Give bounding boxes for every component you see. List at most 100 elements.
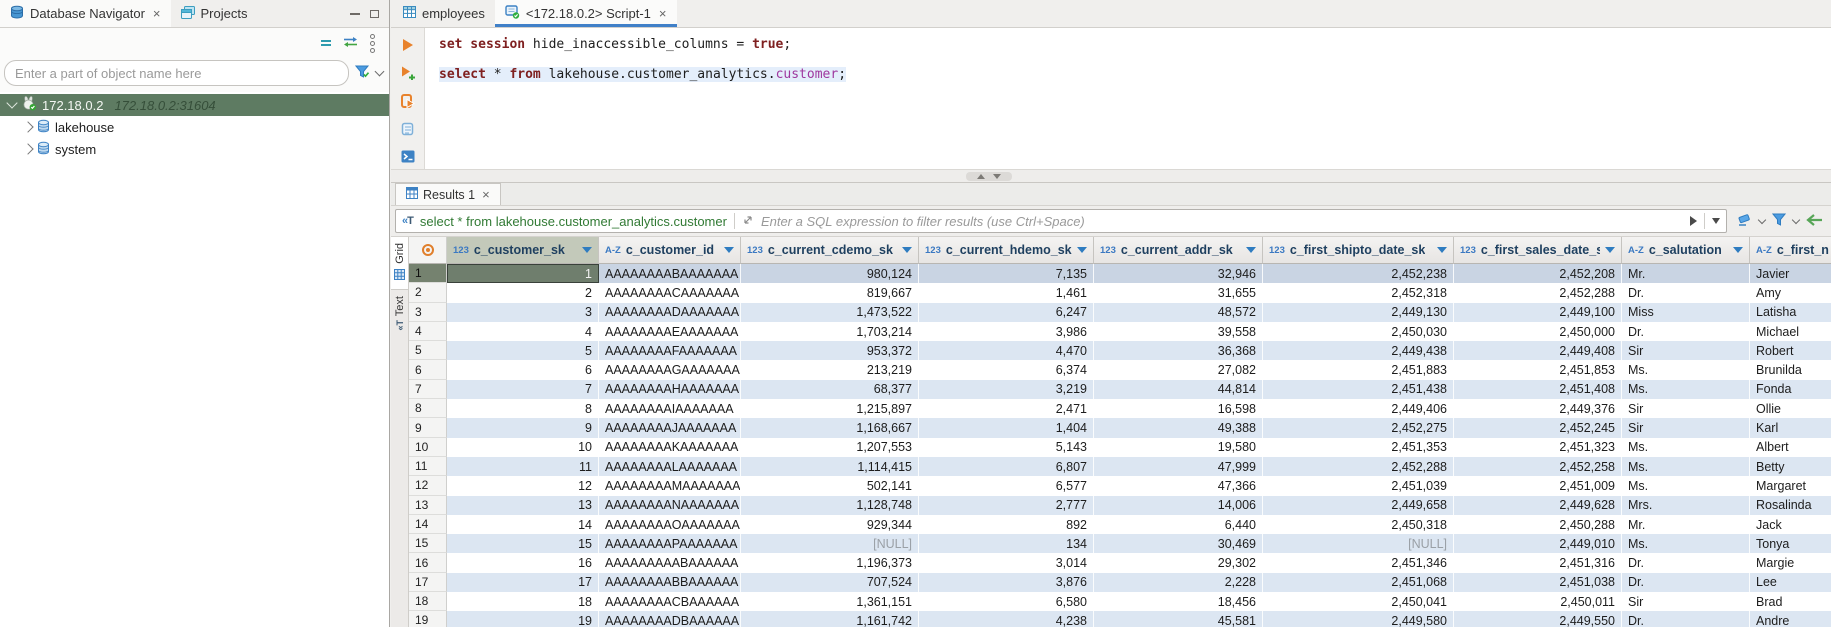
grid-cell[interactable]: 1,114,415 bbox=[741, 457, 919, 476]
grid-cell[interactable]: AAAAAAAAABAAAAAA bbox=[599, 553, 741, 572]
grid-cell[interactable]: AAAAAAAADAAAAAAA bbox=[599, 303, 741, 322]
grid-cell[interactable]: Ollie bbox=[1750, 399, 1831, 418]
column-header-c_first_n[interactable]: A-Zc_first_n bbox=[1750, 237, 1831, 264]
grid-cell[interactable]: 2,452,208 bbox=[1454, 264, 1622, 283]
grid-cell[interactable]: 3,219 bbox=[919, 380, 1094, 399]
grid-cell[interactable]: 36,368 bbox=[1094, 341, 1263, 360]
grid-cell[interactable]: 18 bbox=[447, 592, 599, 611]
grid-cell[interactable]: Dr. bbox=[1622, 611, 1750, 627]
grid-cell[interactable]: 10 bbox=[447, 438, 599, 457]
grid-cell[interactable]: Karl bbox=[1750, 418, 1831, 437]
grid-cell[interactable]: 6,807 bbox=[919, 457, 1094, 476]
tab-projects[interactable]: Projects bbox=[171, 0, 258, 27]
row-number[interactable]: 10 bbox=[409, 438, 447, 457]
grid-cell[interactable]: 2,452,275 bbox=[1263, 418, 1454, 437]
grid-cell[interactable]: 29,302 bbox=[1094, 553, 1263, 572]
close-icon[interactable]: × bbox=[153, 6, 161, 21]
grid-cell[interactable]: Ms. bbox=[1622, 360, 1750, 379]
grid-cell[interactable]: 2,449,376 bbox=[1454, 399, 1622, 418]
column-filter-arrow-icon[interactable] bbox=[902, 247, 912, 253]
grid-cell[interactable]: 6,577 bbox=[919, 476, 1094, 495]
grid-cell[interactable]: 892 bbox=[919, 515, 1094, 534]
link-with-editor-icon[interactable] bbox=[343, 36, 358, 51]
expander-open-icon[interactable] bbox=[6, 97, 17, 108]
row-number[interactable]: 15 bbox=[409, 534, 447, 553]
row-number[interactable]: 9 bbox=[409, 418, 447, 437]
grid-cell[interactable]: 6,580 bbox=[919, 592, 1094, 611]
grid-cell[interactable]: 953,372 bbox=[741, 341, 919, 360]
grid-cell[interactable]: 11 bbox=[447, 457, 599, 476]
column-filter-arrow-icon[interactable] bbox=[1437, 247, 1447, 253]
grid-cell[interactable]: 2,452,288 bbox=[1263, 457, 1454, 476]
tree-item-system[interactable]: system bbox=[0, 138, 389, 160]
script-view-icon[interactable] bbox=[401, 122, 414, 139]
grid-cell[interactable]: 929,344 bbox=[741, 515, 919, 534]
grid-cell[interactable]: 16,598 bbox=[1094, 399, 1263, 418]
grid-cell[interactable]: 2,449,406 bbox=[1263, 399, 1454, 418]
row-number[interactable]: 18 bbox=[409, 592, 447, 611]
grid-cell[interactable]: 19,580 bbox=[1094, 438, 1263, 457]
grid-cell[interactable]: 3,014 bbox=[919, 553, 1094, 572]
grid-cell[interactable]: Sir bbox=[1622, 399, 1750, 418]
column-header-c_current_cdemo_sk[interactable]: 123c_current_cdemo_sk bbox=[741, 237, 919, 264]
grid-cell[interactable]: 707,524 bbox=[741, 573, 919, 592]
tab-results-1[interactable]: Results 1 × bbox=[395, 183, 501, 205]
sql-code-line[interactable]: set session hide_inaccessible_columns = … bbox=[439, 37, 1831, 52]
grid-cell[interactable]: 2,777 bbox=[919, 496, 1094, 515]
grid-cell[interactable]: Ms. bbox=[1622, 457, 1750, 476]
row-number[interactable]: 17 bbox=[409, 573, 447, 592]
tree-item-lakehouse[interactable]: lakehouse bbox=[0, 116, 389, 138]
grid-cell[interactable]: 5,143 bbox=[919, 438, 1094, 457]
grid-cell[interactable]: 2,451,316 bbox=[1454, 553, 1622, 572]
object-search-input[interactable] bbox=[4, 60, 349, 86]
chevron-down-icon[interactable] bbox=[375, 67, 385, 77]
grid-cell[interactable]: Latisha bbox=[1750, 303, 1831, 322]
grid-cell[interactable]: Mrs. bbox=[1622, 496, 1750, 515]
grid-cell[interactable]: 47,366 bbox=[1094, 476, 1263, 495]
column-filter-arrow-icon[interactable] bbox=[1733, 247, 1743, 253]
maximize-icon[interactable] bbox=[370, 10, 379, 18]
grid-cell[interactable]: 2,452,238 bbox=[1263, 264, 1454, 283]
grid-cell[interactable]: AAAAAAAALAAAAAAA bbox=[599, 457, 741, 476]
grid-cell[interactable]: Brad bbox=[1750, 592, 1831, 611]
grid-cell[interactable]: 2,452,288 bbox=[1454, 283, 1622, 302]
grid-cell[interactable]: Margaret bbox=[1750, 476, 1831, 495]
grid-cell[interactable]: AAAAAAAAFAAAAAAA bbox=[599, 341, 741, 360]
tab-script-1[interactable]: <172.18.0.2> Script-1 × bbox=[495, 0, 677, 27]
filter-history-dropdown-icon[interactable] bbox=[1712, 218, 1720, 224]
grid-cell[interactable]: 2,451,853 bbox=[1454, 360, 1622, 379]
search-filter-icon[interactable] bbox=[355, 65, 370, 81]
grid-cell[interactable]: 134 bbox=[919, 534, 1094, 553]
sql-code[interactable]: set session hide_inaccessible_columns = … bbox=[425, 28, 1831, 169]
grid-cell[interactable]: 27,082 bbox=[1094, 360, 1263, 379]
row-number[interactable]: 6 bbox=[409, 360, 447, 379]
grid-cell[interactable]: Brunilda bbox=[1750, 360, 1831, 379]
column-filter-arrow-icon[interactable] bbox=[1605, 247, 1615, 253]
grid-cell[interactable]: Albert bbox=[1750, 438, 1831, 457]
row-number[interactable]: 16 bbox=[409, 553, 447, 572]
sql-code-line[interactable] bbox=[439, 52, 1831, 67]
column-header-c_first_shipto_date_sk[interactable]: 123c_first_shipto_date_sk bbox=[1263, 237, 1454, 264]
grid-cell[interactable]: 14 bbox=[447, 515, 599, 534]
grid-cell[interactable]: 213,219 bbox=[741, 360, 919, 379]
grid-cell[interactable]: AAAAAAAAEAAAAAAA bbox=[599, 322, 741, 341]
grid-cell[interactable]: 2,451,038 bbox=[1454, 573, 1622, 592]
grid-cell[interactable]: Mr. bbox=[1622, 264, 1750, 283]
grid-cell[interactable]: 6,374 bbox=[919, 360, 1094, 379]
grid-cell[interactable]: 2,452,258 bbox=[1454, 457, 1622, 476]
grid-cell[interactable]: 6 bbox=[447, 360, 599, 379]
grid-cell[interactable]: Mr. bbox=[1622, 515, 1750, 534]
grid-cell[interactable]: 1,361,151 bbox=[741, 592, 919, 611]
erase-filter-icon[interactable] bbox=[1737, 213, 1752, 229]
filter-expression-input[interactable]: «T select * from lakehouse.customer_anal… bbox=[395, 209, 1727, 233]
grid-cell[interactable]: 819,667 bbox=[741, 283, 919, 302]
grid-cell[interactable]: Ms. bbox=[1622, 380, 1750, 399]
grid-cell[interactable]: Betty bbox=[1750, 457, 1831, 476]
grid-cell[interactable]: 7 bbox=[447, 380, 599, 399]
close-icon[interactable]: × bbox=[659, 6, 667, 21]
grid-cell[interactable]: 1 bbox=[447, 264, 599, 283]
grid-cell[interactable]: 48,572 bbox=[1094, 303, 1263, 322]
grid-cell[interactable]: 2,450,011 bbox=[1454, 592, 1622, 611]
maximize-panel-icon[interactable] bbox=[977, 174, 985, 179]
grid-cell[interactable]: 16 bbox=[447, 553, 599, 572]
